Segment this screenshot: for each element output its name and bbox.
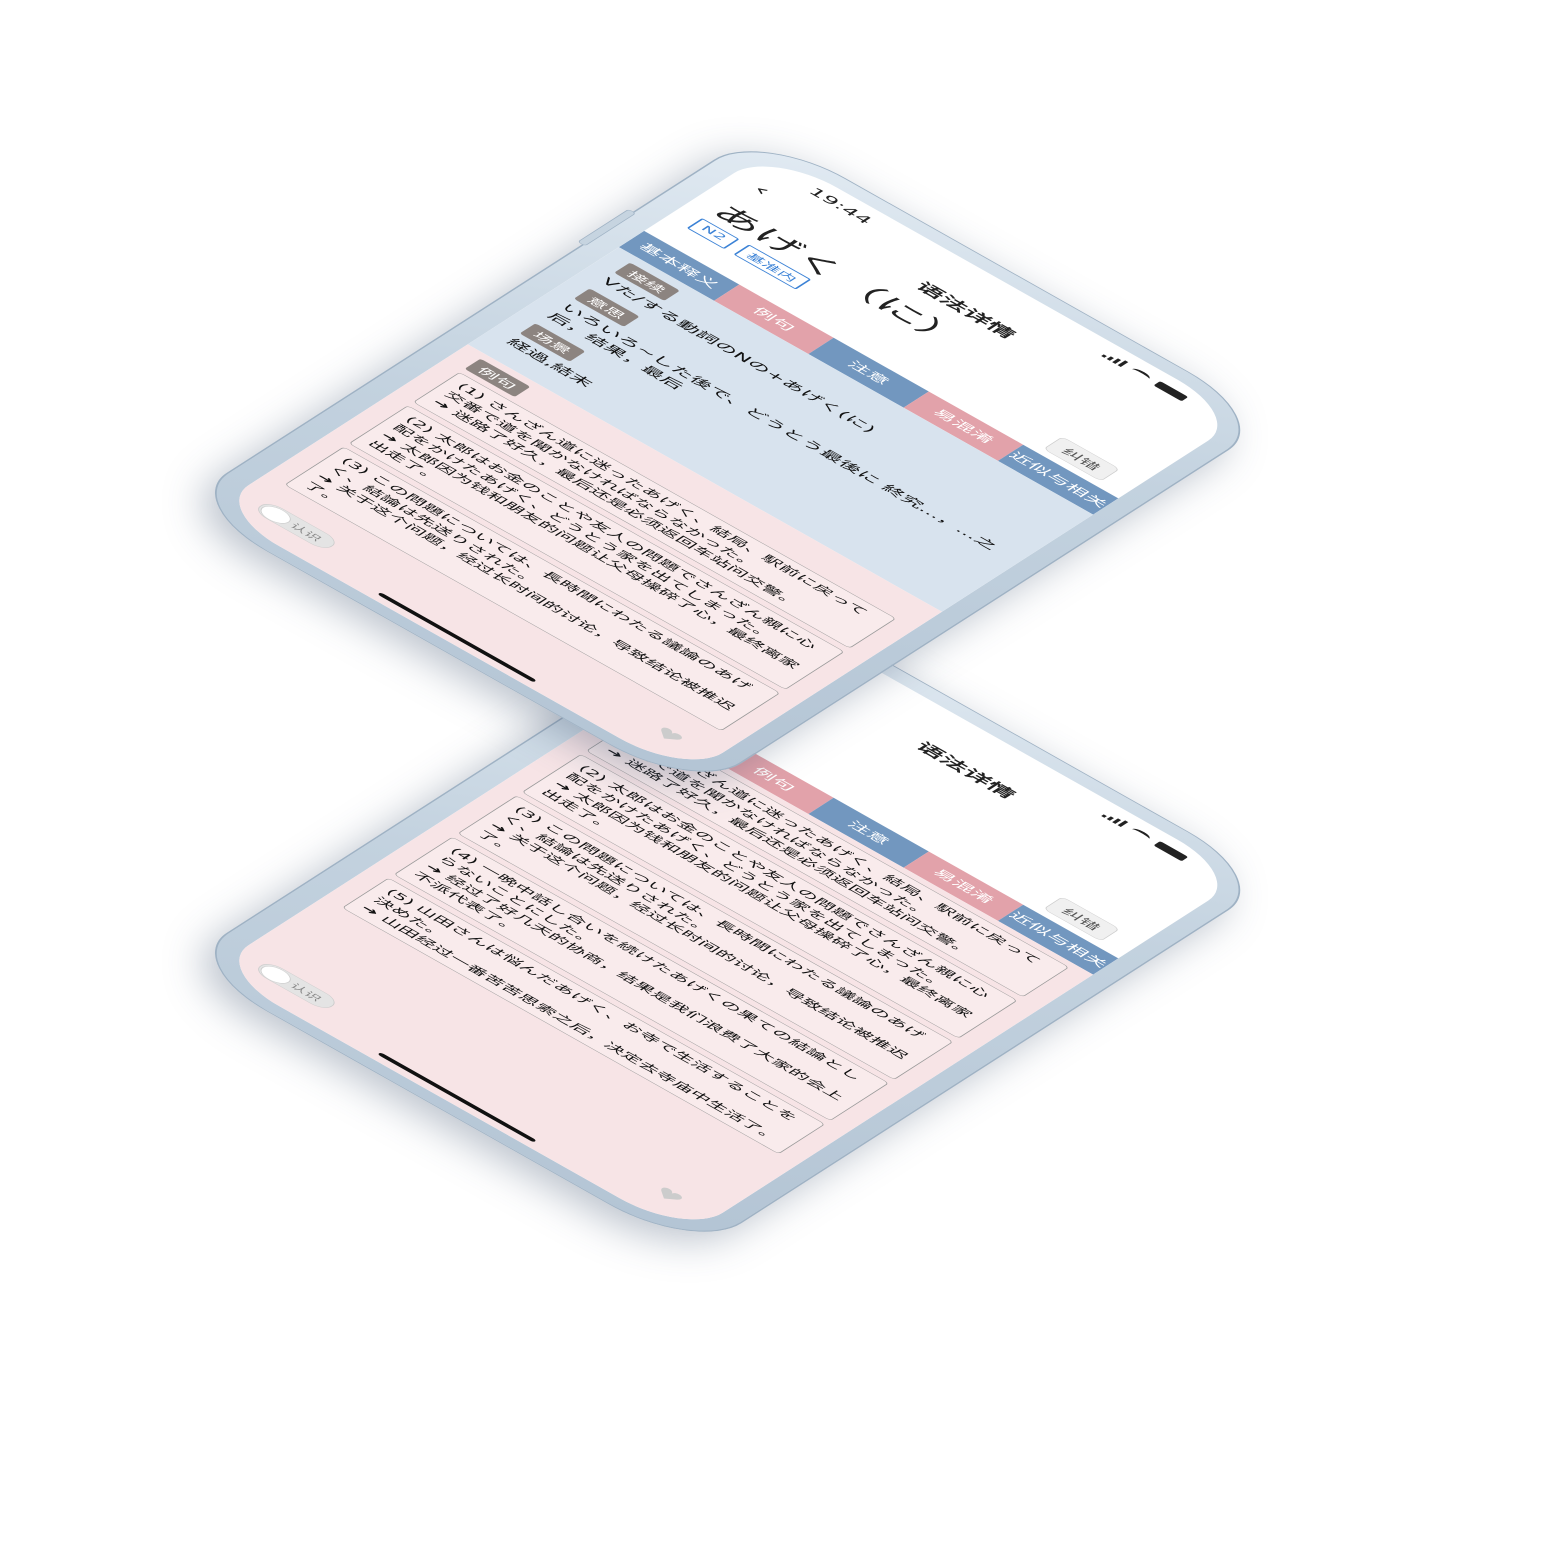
signal-icon <box>1101 811 1129 827</box>
battery-icon <box>1153 841 1189 862</box>
phone-top: 19:44 ‹ 语法详情 あげく（に） N2 基准内 纠错 基本释义 例句 注意… <box>180 130 1275 793</box>
battery-icon <box>1153 381 1189 402</box>
signal-icon <box>1101 351 1129 367</box>
wifi-icon <box>1128 827 1153 842</box>
marketing-scene: 语法详情 纠错 基本释义 例句 注意 易混淆 近似与相关 (1) さんざん道に迷… <box>0 0 1546 1546</box>
wifi-icon <box>1128 367 1153 382</box>
phone-screen: 19:44 ‹ 语法详情 あげく（に） N2 基准内 纠错 基本释义 例句 注意… <box>212 149 1245 776</box>
phone-frame: 19:44 ‹ 语法详情 あげく（に） N2 基准内 纠错 基本释义 例句 注意… <box>180 130 1275 793</box>
